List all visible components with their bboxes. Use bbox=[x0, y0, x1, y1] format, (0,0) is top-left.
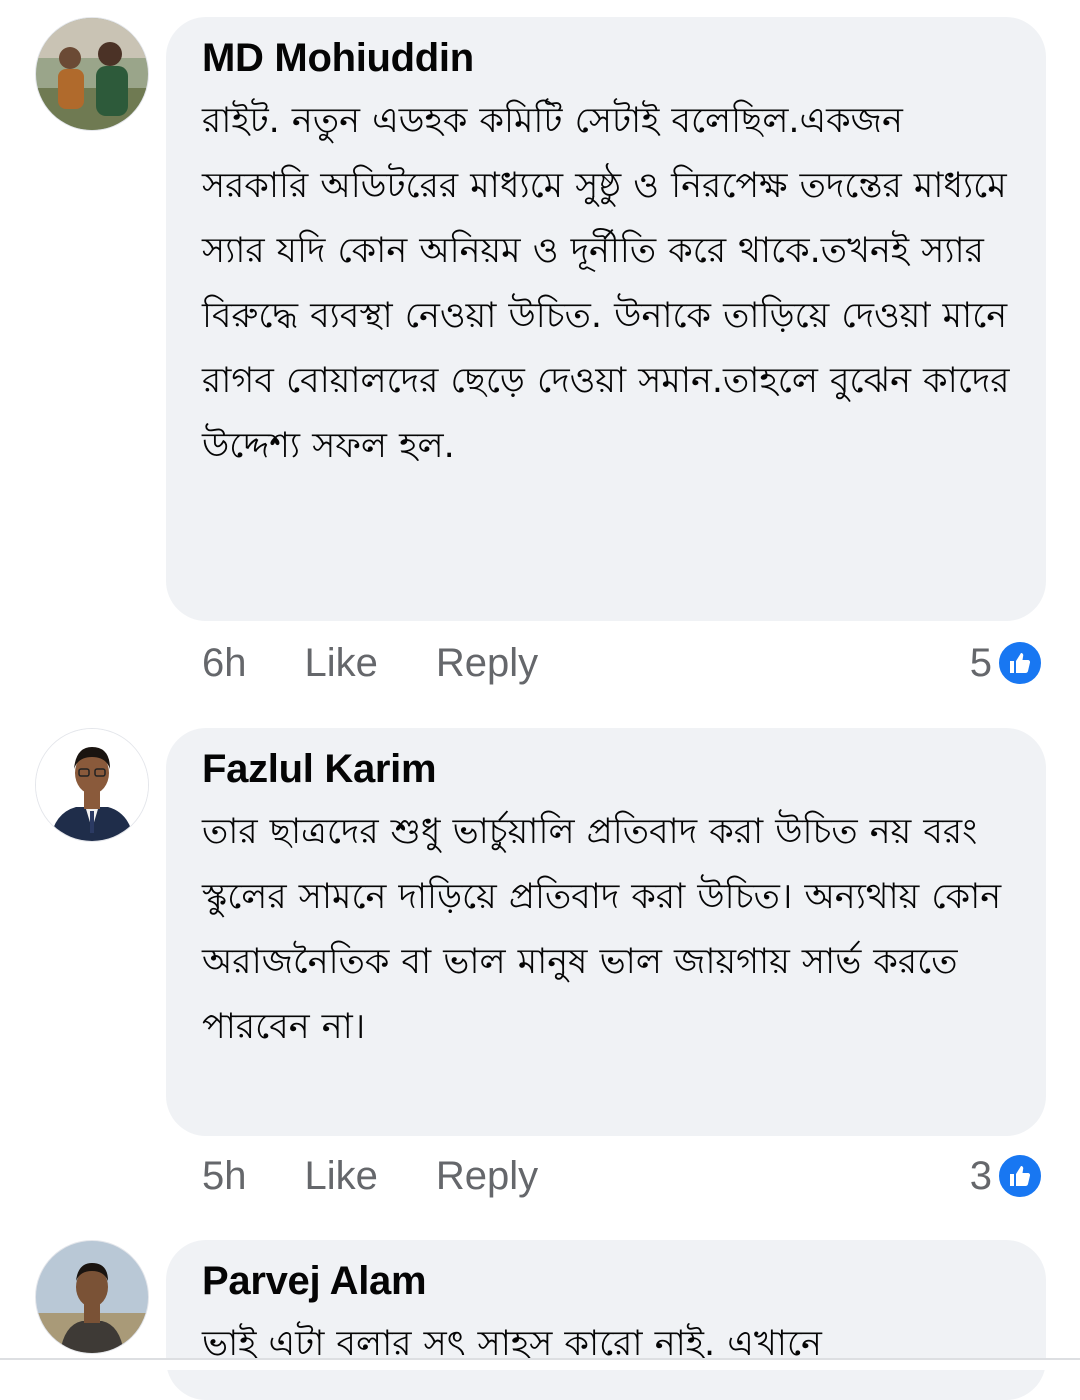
comment-actions: 5h Like Reply bbox=[202, 1151, 596, 1201]
reply-button[interactable]: Reply bbox=[436, 1154, 538, 1199]
comment-actions: 6h Like Reply bbox=[202, 638, 596, 688]
comment-text: রাইট. নতুন এডহক কমিটি সেটাই বলেছিল.একজন … bbox=[202, 101, 1010, 466]
reply-button[interactable]: Reply bbox=[436, 641, 538, 686]
reaction-summary[interactable]: 5 bbox=[970, 638, 1044, 688]
bottom-divider bbox=[0, 1358, 1080, 1370]
comment-bubble: Fazlul Karim তার ছাত্রদের শুধু ভার্চুয়া… bbox=[166, 728, 1046, 1136]
reaction-count: 3 bbox=[969, 1153, 992, 1198]
comment-author[interactable]: Parvej Alam bbox=[202, 1258, 1010, 1304]
avatar[interactable] bbox=[35, 1240, 149, 1354]
comment-bubble: Parvej Alam ভাই এটা বলার সৎ সাহস কারো না… bbox=[166, 1240, 1046, 1400]
comment-bubble: MD Mohiuddin রাইট. নতুন এডহক কমিটি সেটাই… bbox=[166, 17, 1046, 621]
comment-text: তার ছাত্রদের শুধু ভার্চুয়ালি প্রতিবাদ ক… bbox=[202, 812, 1002, 1047]
avatar[interactable] bbox=[35, 728, 149, 842]
avatar[interactable] bbox=[35, 17, 149, 131]
like-icon bbox=[996, 639, 1044, 687]
comment-author[interactable]: MD Mohiuddin bbox=[202, 35, 1010, 81]
reaction-count: 5 bbox=[969, 640, 992, 685]
comment-author[interactable]: Fazlul Karim bbox=[202, 746, 1010, 792]
comment-timestamp[interactable]: 6h bbox=[202, 641, 247, 686]
reaction-summary[interactable]: 3 bbox=[970, 1151, 1044, 1201]
like-button[interactable]: Like bbox=[305, 641, 378, 686]
comment-timestamp[interactable]: 5h bbox=[202, 1154, 247, 1199]
like-button[interactable]: Like bbox=[305, 1154, 378, 1199]
like-icon bbox=[996, 1152, 1044, 1200]
